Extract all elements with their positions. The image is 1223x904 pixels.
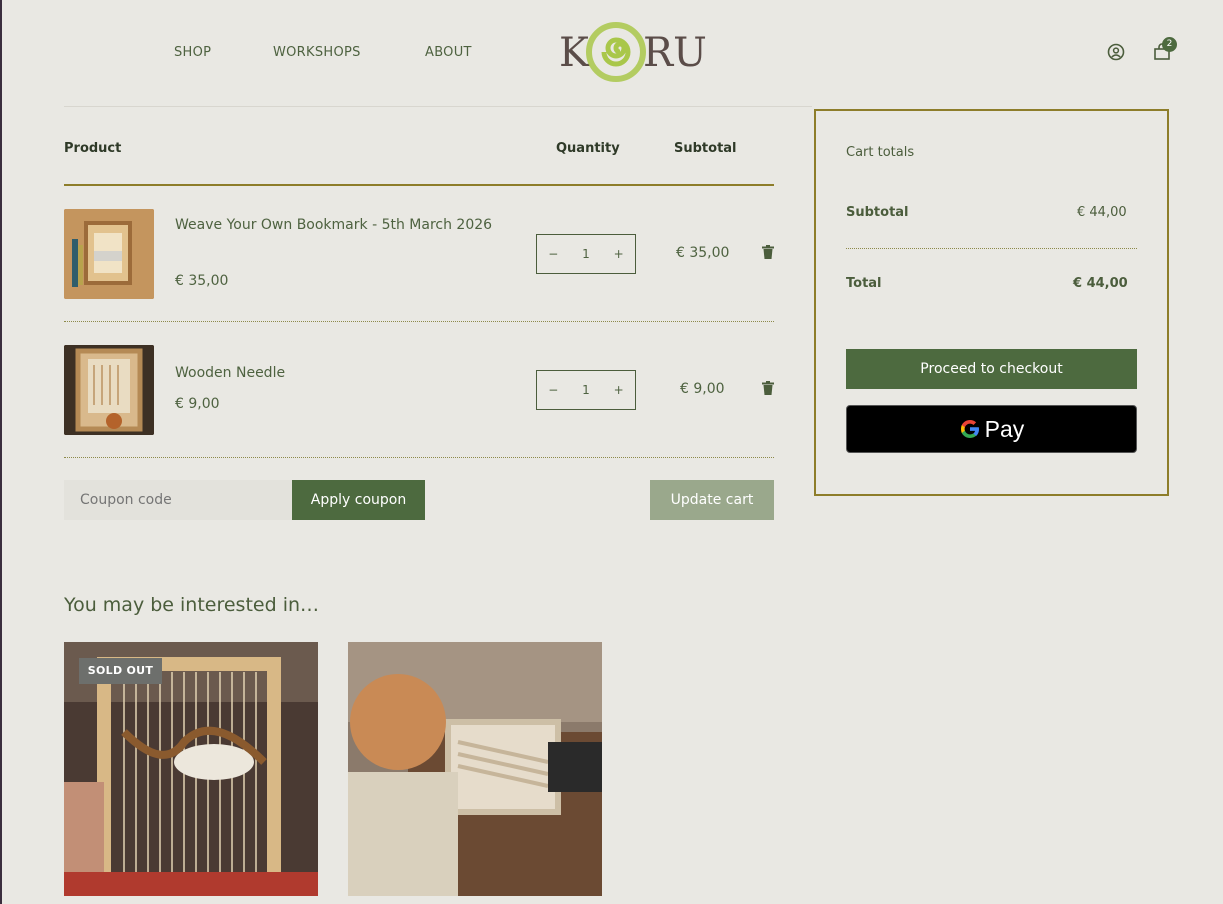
- totals-total-value: € 44,00: [1073, 276, 1128, 291]
- cart-count-badge: 2: [1162, 37, 1177, 52]
- column-product: Product: [64, 141, 122, 156]
- header-divider: [64, 106, 812, 107]
- nav-about[interactable]: ABOUT: [425, 45, 472, 60]
- related-products-title: You may be interested in…: [64, 594, 320, 616]
- qty-decrease-button[interactable]: −: [546, 383, 560, 397]
- qty-increase-button[interactable]: +: [612, 383, 626, 397]
- column-quantity: Quantity: [556, 141, 620, 156]
- qty-decrease-button[interactable]: −: [546, 247, 560, 261]
- column-subtotal: Subtotal: [674, 141, 737, 156]
- product-name[interactable]: Weave Your Own Bookmark - 5th March 2026: [175, 213, 495, 238]
- apply-coupon-button[interactable]: Apply coupon: [292, 480, 425, 520]
- logo-letters-ru: RU: [643, 30, 707, 76]
- row-subtotal: € 9,00: [680, 381, 725, 397]
- row-divider: [64, 321, 774, 322]
- qty-value[interactable]: 1: [579, 383, 593, 397]
- bookmark-loom-image: [64, 209, 154, 299]
- nav-shop[interactable]: SHOP: [174, 45, 211, 60]
- sold-out-badge: SOLD OUT: [79, 658, 162, 684]
- nav-workshops[interactable]: WORKSHOPS: [273, 45, 361, 60]
- quantity-stepper: − 1 +: [536, 370, 636, 410]
- wooden-needle-image: [64, 345, 154, 435]
- qty-value[interactable]: 1: [579, 247, 593, 261]
- logo-letter-k: K: [559, 30, 589, 76]
- totals-divider: [846, 248, 1137, 249]
- spiral-logo-icon: [586, 22, 646, 82]
- trash-icon[interactable]: [762, 245, 774, 259]
- product-thumbnail[interactable]: [64, 345, 154, 435]
- google-g-icon: [960, 420, 979, 438]
- table-header-rule: [64, 184, 774, 186]
- update-cart-button[interactable]: Update cart: [650, 480, 774, 520]
- quantity-stepper: − 1 +: [536, 234, 636, 274]
- row-divider: [64, 457, 774, 458]
- related-product-card[interactable]: [348, 642, 602, 896]
- account-icon[interactable]: [1107, 43, 1125, 61]
- cart-totals-title: Cart totals: [846, 145, 915, 160]
- qty-increase-button[interactable]: +: [612, 247, 626, 261]
- google-pay-button[interactable]: Pay: [846, 405, 1137, 453]
- trash-icon[interactable]: [762, 381, 774, 395]
- totals-subtotal-label: Subtotal: [846, 205, 909, 220]
- totals-total-label: Total: [846, 276, 882, 291]
- product-price: € 35,00: [175, 273, 229, 289]
- totals-subtotal-value: € 44,00: [1077, 205, 1127, 220]
- product-thumbnail[interactable]: [64, 209, 154, 299]
- coupon-code-input[interactable]: [64, 480, 292, 520]
- product-name[interactable]: Wooden Needle: [175, 361, 495, 386]
- google-pay-label: Pay: [984, 415, 1025, 442]
- weaving-class-image: [348, 642, 602, 896]
- row-subtotal: € 35,00: [676, 245, 730, 261]
- proceed-to-checkout-button[interactable]: Proceed to checkout: [846, 349, 1137, 389]
- koru-logo[interactable]: K RU: [559, 18, 707, 88]
- product-price: € 9,00: [175, 396, 220, 412]
